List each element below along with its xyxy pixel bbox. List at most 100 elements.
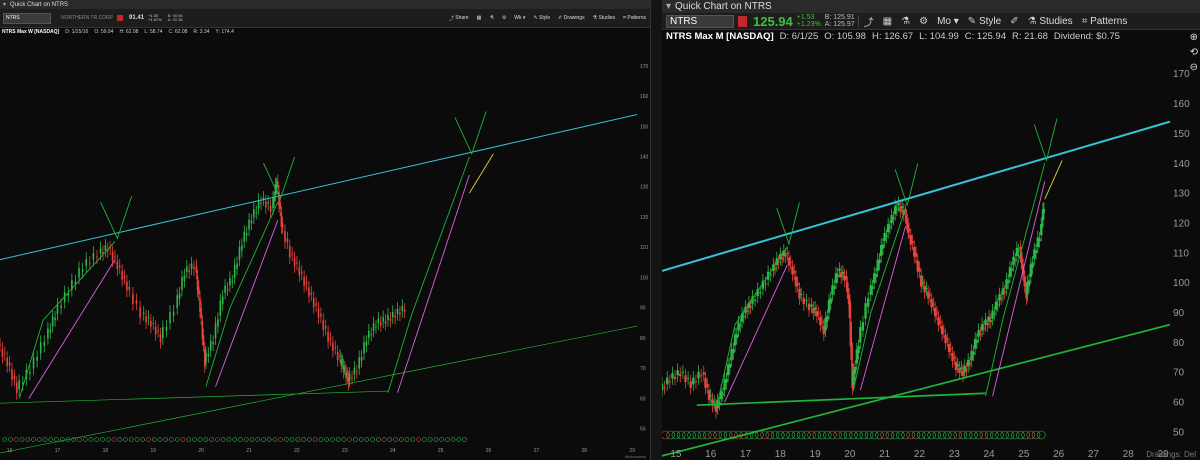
- right-drawing-tool-button[interactable]: ✐: [1010, 16, 1018, 27]
- lower-trendline: [0, 325, 638, 454]
- candle-body: [888, 226, 892, 228]
- candle-body: [787, 257, 791, 266]
- candle-body: [396, 308, 399, 315]
- candle-body: [188, 270, 190, 273]
- candle-body: [205, 352, 207, 363]
- candle-body: [298, 267, 301, 276]
- left-gear-button[interactable]: ⚙: [502, 15, 506, 21]
- candle-body: [118, 265, 121, 268]
- candle-body: [933, 308, 937, 317]
- right-grid-button[interactable]: ▦: [883, 16, 892, 27]
- candle-body: [291, 253, 293, 255]
- plus-icon[interactable]: ⊕: [1190, 32, 1198, 43]
- left-price-chart[interactable]: 50 60 70 80 90 100 110 120 130 140 150 160 170 16 17 18…: [0, 36, 651, 460]
- candle-body: [773, 267, 777, 269]
- candle-body: [214, 323, 217, 339]
- left-symbol-input[interactable]: [3, 12, 51, 24]
- right-alert-icon[interactable]: [738, 15, 747, 27]
- candle-body: [932, 303, 935, 305]
- event-marker: [19, 437, 25, 442]
- left-drawings-button[interactable]: ✐ Drawings: [558, 15, 584, 21]
- left-style-button[interactable]: ✎ Style: [533, 15, 550, 21]
- right-symbol-input[interactable]: [666, 14, 734, 28]
- y-axis-tick: 100: [1173, 278, 1190, 289]
- right-period-dropdown[interactable]: Mo ▾: [937, 16, 959, 27]
- candle-body: [111, 252, 114, 261]
- left-window-titlebar[interactable]: ▾ Quick Chart on NTRS: [0, 0, 650, 9]
- y-axis-tick: 120: [640, 215, 649, 221]
- left-share-button[interactable]: ⤴ Share: [449, 15, 469, 22]
- right-flask-button[interactable]: ⚗: [901, 16, 910, 27]
- candle-body: [265, 201, 267, 208]
- studies-icon: ⚗: [592, 15, 598, 21]
- projection-line: [468, 153, 494, 194]
- candle-body: [172, 311, 175, 316]
- candle-body: [195, 265, 198, 273]
- candle-body: [260, 202, 262, 204]
- left-flask-button[interactable]: ⚗: [489, 15, 493, 21]
- left-studies-button[interactable]: ⚗ Studies: [593, 15, 616, 21]
- candle-body: [885, 235, 888, 237]
- candle-body: [1015, 247, 1019, 256]
- right-style-button[interactable]: ✎ Style: [968, 16, 1001, 27]
- event-marker: [94, 437, 100, 442]
- candle-body: [197, 286, 200, 294]
- x-axis-tick: 28: [1123, 449, 1135, 460]
- left-grid-button[interactable]: ▦: [477, 15, 482, 21]
- candle-body: [399, 312, 401, 315]
- y-axis-tick: 50: [1173, 427, 1185, 438]
- right-patterns-button[interactable]: ⌗ Patterns: [1082, 16, 1128, 27]
- candle-body: [391, 311, 394, 318]
- candle-body: [183, 275, 186, 281]
- candle-body: [96, 256, 98, 258]
- candle-body: [123, 276, 126, 278]
- candle-body: [116, 261, 119, 270]
- candle-body: [886, 224, 890, 233]
- left-patterns-button[interactable]: ⌗ Patterns: [623, 15, 646, 21]
- x-axis-tick: 21: [246, 448, 252, 454]
- candle-body: [224, 285, 226, 293]
- left-info-extra: Y: 174.4: [215, 29, 234, 35]
- candle-body: [853, 366, 857, 374]
- candle-body: [673, 376, 677, 379]
- x-axis-tick: 17: [55, 448, 61, 454]
- event-marker: [387, 437, 393, 442]
- right-last-price: 125.94: [753, 13, 793, 29]
- candle-body: [81, 269, 84, 272]
- event-marker: [456, 437, 462, 442]
- left-alert-icon[interactable]: [117, 15, 124, 21]
- x-axis-tick: 20: [198, 448, 204, 454]
- right-gear-button[interactable]: ⚙: [919, 16, 928, 27]
- event-marker: [215, 437, 220, 442]
- chevron-down-icon[interactable]: ▾: [666, 1, 671, 12]
- chevron-down-icon[interactable]: ▾: [3, 1, 6, 8]
- right-price-chart[interactable]: 50 60 70 80 90 100 110 120 130 140 150 160 170 15 16 17…: [662, 44, 1200, 460]
- candle-body: [975, 340, 979, 343]
- y-axis-tick: 60: [1173, 398, 1185, 409]
- left-period-dropdown[interactable]: Wk ▾: [514, 15, 525, 21]
- candle-body: [132, 293, 134, 305]
- right-studies-button[interactable]: ⚗ Studies: [1028, 16, 1073, 27]
- candle-body: [54, 317, 56, 321]
- candle-body: [982, 327, 986, 329]
- event-marker: [295, 437, 301, 442]
- candle-body: [937, 317, 940, 326]
- candle-body: [104, 245, 107, 251]
- candle-body: [947, 344, 951, 353]
- y-axis-tick: 170: [1173, 69, 1190, 80]
- right-share-button[interactable]: ⤴: [864, 14, 874, 29]
- candle-body: [358, 357, 361, 369]
- candle-body: [871, 286, 874, 289]
- event-marker: [146, 437, 151, 442]
- event-marker: [226, 437, 232, 442]
- event-marker: [163, 437, 169, 442]
- event-marker: [232, 437, 237, 442]
- candle-body: [793, 270, 796, 274]
- candle-body: [815, 311, 819, 317]
- right-window-titlebar[interactable]: ▾ Quick Chart on NTRS: [662, 0, 1200, 13]
- candle-body: [951, 352, 954, 362]
- candle-body: [329, 338, 332, 340]
- candle-body: [341, 361, 344, 363]
- event-marker: [462, 437, 467, 442]
- left-period-label: Wk: [514, 15, 522, 21]
